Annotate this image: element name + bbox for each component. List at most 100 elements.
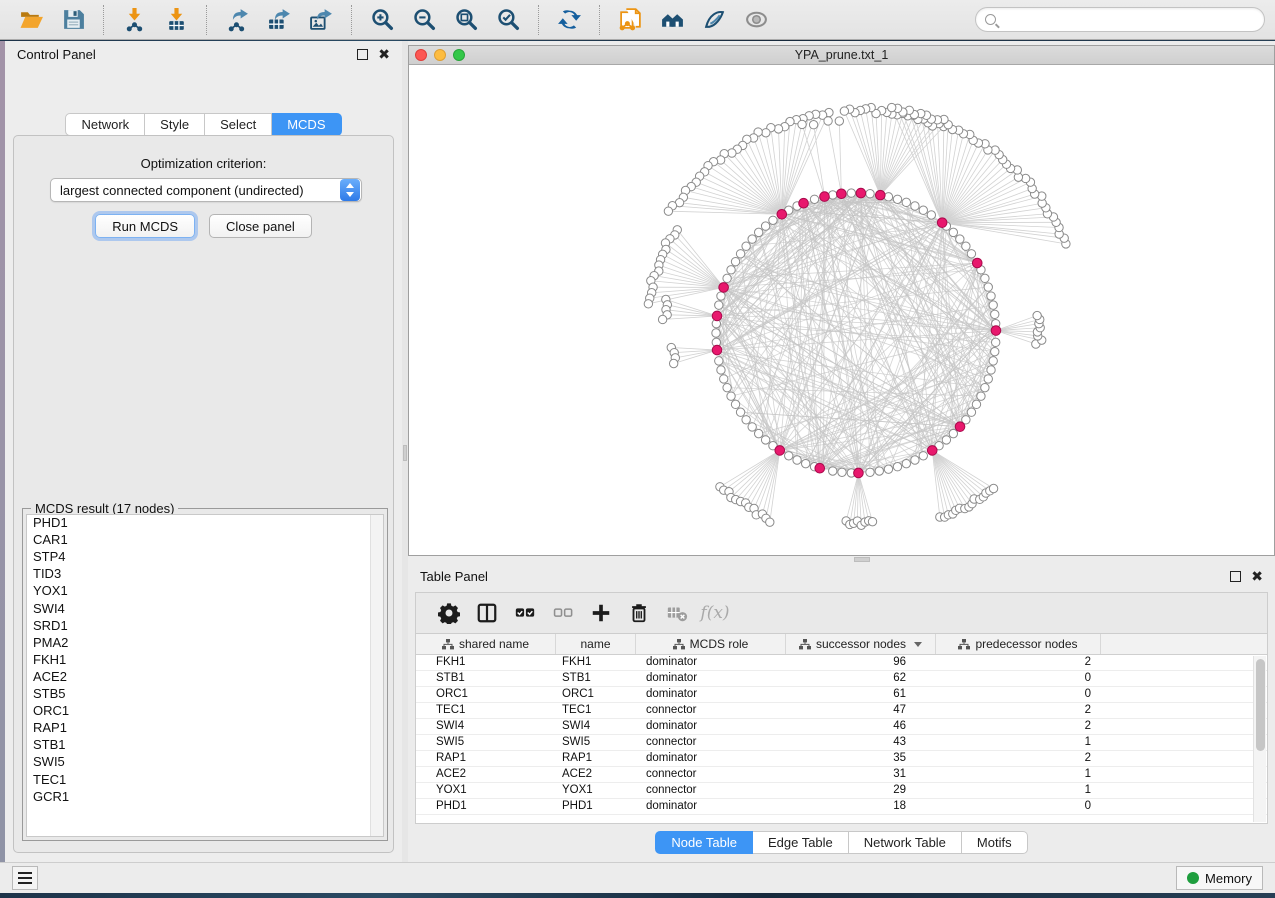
tab-motifs[interactable]: Motifs bbox=[962, 831, 1028, 854]
float-panel-icon[interactable] bbox=[357, 49, 368, 60]
cell[interactable]: 2 bbox=[936, 719, 1101, 734]
table-row[interactable]: FKH1FKH1dominator962 bbox=[416, 655, 1267, 671]
cell[interactable]: ACE2 bbox=[416, 767, 556, 782]
mcds-node-item[interactable]: ORC1 bbox=[27, 703, 383, 720]
clone-network-button[interactable] bbox=[613, 3, 647, 37]
cell[interactable]: connector bbox=[636, 767, 786, 782]
table-row[interactable]: SWI4SWI4dominator462 bbox=[416, 719, 1267, 735]
automation-panel-button[interactable] bbox=[12, 866, 38, 890]
zoom-in-button[interactable] bbox=[365, 3, 399, 37]
close-table-panel-icon[interactable]: ✖ bbox=[1251, 571, 1263, 582]
table-row[interactable]: SWI5SWI5connector431 bbox=[416, 735, 1267, 751]
export-image-button[interactable] bbox=[304, 3, 338, 37]
cell[interactable]: ORC1 bbox=[556, 687, 636, 702]
cell[interactable]: FKH1 bbox=[416, 655, 556, 670]
cell[interactable]: 43 bbox=[786, 735, 936, 750]
table-row[interactable]: ORC1ORC1dominator610 bbox=[416, 687, 1267, 703]
cell[interactable]: dominator bbox=[636, 719, 786, 734]
import-network-button[interactable] bbox=[117, 3, 151, 37]
mcds-node-item[interactable]: SWI4 bbox=[27, 600, 383, 617]
refresh-layout-button[interactable] bbox=[552, 3, 586, 37]
float-table-panel-icon[interactable] bbox=[1230, 571, 1241, 582]
cell[interactable]: SWI5 bbox=[416, 735, 556, 750]
cell[interactable]: dominator bbox=[636, 751, 786, 766]
mcds-result-list[interactable]: PHD1CAR1STP4TID3YOX1SWI4SRD1PMA2FKH1ACE2… bbox=[26, 514, 384, 837]
mcds-node-item[interactable]: ACE2 bbox=[27, 669, 383, 686]
mcds-node-item[interactable]: PHD1 bbox=[27, 515, 383, 532]
mcds-node-item[interactable]: YOX1 bbox=[27, 583, 383, 600]
cell[interactable]: 0 bbox=[936, 799, 1101, 814]
criterion-dropdown[interactable]: largest connected component (undirected) bbox=[50, 178, 362, 202]
hide-preview-button[interactable] bbox=[739, 3, 773, 37]
mcds-node-item[interactable]: FKH1 bbox=[27, 652, 383, 669]
settings-button[interactable] bbox=[430, 596, 468, 630]
tab-network[interactable]: Network bbox=[65, 113, 145, 136]
cell[interactable]: 0 bbox=[936, 687, 1101, 702]
cell[interactable]: 1 bbox=[936, 735, 1101, 750]
column-header-name[interactable]: name bbox=[556, 634, 636, 654]
table-scrollbar-thumb[interactable] bbox=[1256, 659, 1265, 751]
cell[interactable]: 62 bbox=[786, 671, 936, 686]
cell[interactable]: TEC1 bbox=[416, 703, 556, 718]
memory-button[interactable]: Memory bbox=[1176, 866, 1263, 890]
cell[interactable]: RAP1 bbox=[556, 751, 636, 766]
cell[interactable]: dominator bbox=[636, 687, 786, 702]
export-network-button[interactable] bbox=[220, 3, 254, 37]
mcds-node-item[interactable]: GCR1 bbox=[27, 789, 383, 806]
home-networks-button[interactable] bbox=[655, 3, 689, 37]
cell[interactable]: 2 bbox=[936, 655, 1101, 670]
style-preview-button[interactable] bbox=[697, 3, 731, 37]
cell[interactable]: 35 bbox=[786, 751, 936, 766]
network-canvas[interactable] bbox=[409, 65, 1274, 555]
mcds-node-item[interactable]: SRD1 bbox=[27, 618, 383, 635]
horizontal-splitter[interactable] bbox=[408, 556, 1275, 563]
mcds-node-item[interactable]: TEC1 bbox=[27, 771, 383, 788]
cell[interactable]: 2 bbox=[936, 751, 1101, 766]
cell[interactable]: TEC1 bbox=[556, 703, 636, 718]
delete-rows-button[interactable] bbox=[620, 596, 658, 630]
column-header-MCDS-role[interactable]: MCDS role bbox=[636, 634, 786, 654]
column-header-predecessor-nodes[interactable]: predecessor nodes bbox=[936, 634, 1101, 654]
select-all-button[interactable] bbox=[506, 596, 544, 630]
tab-network-table[interactable]: Network Table bbox=[849, 831, 962, 854]
cell[interactable]: 29 bbox=[786, 783, 936, 798]
table-row[interactable]: ACE2ACE2connector311 bbox=[416, 767, 1267, 783]
import-table-button[interactable] bbox=[159, 3, 193, 37]
mcds-node-item[interactable]: PMA2 bbox=[27, 635, 383, 652]
export-table-button[interactable] bbox=[262, 3, 296, 37]
mcds-node-item[interactable]: SWI5 bbox=[27, 754, 383, 771]
cell[interactable]: YOX1 bbox=[556, 783, 636, 798]
search-box[interactable] bbox=[975, 7, 1265, 32]
tab-style[interactable]: Style bbox=[145, 113, 205, 136]
cell[interactable]: 47 bbox=[786, 703, 936, 718]
save-session-button[interactable] bbox=[56, 3, 90, 37]
deselect-all-button[interactable] bbox=[544, 596, 582, 630]
mcds-node-item[interactable]: STB5 bbox=[27, 686, 383, 703]
column-header-successor-nodes[interactable]: successor nodes bbox=[786, 634, 936, 654]
close-panel-icon[interactable]: ✖ bbox=[378, 49, 390, 60]
cell[interactable]: 31 bbox=[786, 767, 936, 782]
cell[interactable]: SWI4 bbox=[416, 719, 556, 734]
tab-node-table[interactable]: Node Table bbox=[655, 831, 753, 854]
tab-select[interactable]: Select bbox=[205, 113, 272, 136]
table-row[interactable]: YOX1YOX1connector291 bbox=[416, 783, 1267, 799]
table-row[interactable]: STB1STB1dominator620 bbox=[416, 671, 1267, 687]
add-row-button[interactable] bbox=[582, 596, 620, 630]
cell[interactable]: dominator bbox=[636, 799, 786, 814]
network-window-titlebar[interactable]: YPA_prune.txt_1 bbox=[409, 46, 1274, 65]
cell[interactable]: ACE2 bbox=[556, 767, 636, 782]
tab-edge-table[interactable]: Edge Table bbox=[753, 831, 849, 854]
cell[interactable]: connector bbox=[636, 735, 786, 750]
cell[interactable]: connector bbox=[636, 783, 786, 798]
cell[interactable]: connector bbox=[636, 703, 786, 718]
table-scrollbar[interactable] bbox=[1253, 656, 1266, 822]
show-columns-button[interactable] bbox=[468, 596, 506, 630]
cell[interactable]: 61 bbox=[786, 687, 936, 702]
cell[interactable]: RAP1 bbox=[416, 751, 556, 766]
cell[interactable]: dominator bbox=[636, 655, 786, 670]
cell[interactable]: YOX1 bbox=[416, 783, 556, 798]
cell[interactable]: FKH1 bbox=[556, 655, 636, 670]
mcds-node-item[interactable]: RAP1 bbox=[27, 720, 383, 737]
table-row[interactable]: RAP1RAP1dominator352 bbox=[416, 751, 1267, 767]
mcds-node-item[interactable]: TID3 bbox=[27, 566, 383, 583]
